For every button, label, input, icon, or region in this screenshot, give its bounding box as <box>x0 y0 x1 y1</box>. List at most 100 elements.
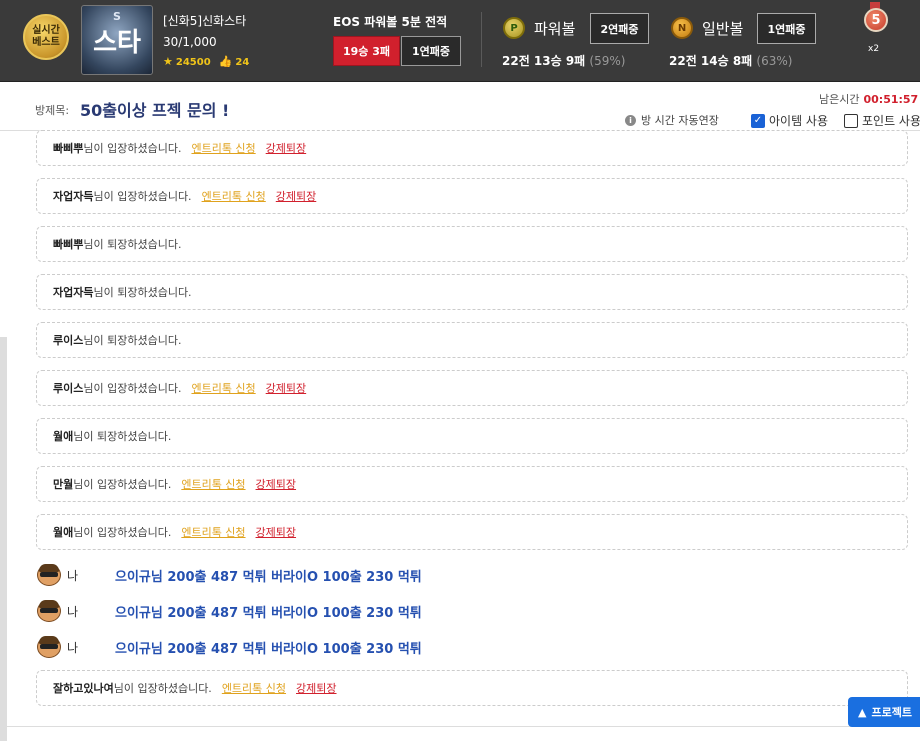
badge-line-2: 베스트 <box>32 37 60 48</box>
system-message: 월애 님이 입장하셨습니다. 엔트리톡 신청 강제퇴장 <box>36 514 908 550</box>
powerball-label: 파워볼 <box>534 20 576 38</box>
system-message: 빠삐뿌 님이 입장하셨습니다. 엔트리톡 신청 강제퇴장 <box>36 130 908 166</box>
user-face-icon[interactable] <box>36 635 62 659</box>
powerball-record: 22전 13승 9패 (59%) <box>502 52 625 69</box>
entry-talk-link[interactable]: 엔트리톡 신청 <box>191 380 255 396</box>
user-face-icon[interactable] <box>36 599 62 623</box>
powerball-streak: 2연패중 <box>590 13 649 44</box>
kick-link[interactable]: 강제퇴장 <box>266 140 306 156</box>
medal-number: 5 <box>864 8 888 32</box>
message-nickname[interactable]: 월애 <box>53 524 73 540</box>
realtime-best-badge[interactable]: 실시간 베스트 <box>23 14 69 60</box>
kick-link[interactable]: 강제퇴장 <box>256 476 296 492</box>
use-point-label: 포인트 사용 <box>862 114 920 128</box>
entry-talk-link[interactable]: 엔트리톡 신청 <box>222 680 286 696</box>
use-item-label: 아이템 사용 <box>769 114 829 128</box>
normalball-pct: (63%) <box>756 54 793 68</box>
face-hair <box>39 600 59 608</box>
remaining-time-value: 00:51:57 <box>863 93 919 106</box>
room-title-label: 방제목: <box>35 104 70 117</box>
host-name[interactable]: [신화5]신화스타 <box>163 12 246 29</box>
room-title: 50출이상 프젝 문의 ! <box>80 101 230 120</box>
medal-multiplier: x2 <box>868 44 880 54</box>
use-point-checkbox[interactable] <box>844 113 858 128</box>
eos-streak: 1연패중 <box>401 36 461 66</box>
message-sender: 나 <box>67 568 79 583</box>
message-text: 으이규님 200출 487 먹튀 버라이O 100출 230 먹튀 <box>115 569 422 585</box>
remaining-time-label: 남은시간 <box>819 93 860 106</box>
message-nickname[interactable]: 빠삐뿌 <box>53 140 83 156</box>
system-message: 월애 님이 퇴장하셨습니다. <box>36 418 908 454</box>
user-count: 30/1,000 <box>163 35 217 49</box>
message-action: 님이 퇴장하셨습니다. <box>93 286 192 299</box>
face-sunglasses <box>40 572 58 577</box>
message-nickname[interactable]: 빠삐뿌 <box>53 236 83 252</box>
chat-room-window: 실시간 베스트 S 스타 [신화5]신화스타 30/1,000 ★ 24500 👍… <box>0 0 920 741</box>
normalball-streak: 1연패중 <box>757 13 816 44</box>
project-float-label: 프로젝트 <box>871 706 912 719</box>
user-face-icon[interactable] <box>36 563 62 587</box>
kick-link[interactable]: 강제퇴장 <box>266 380 306 396</box>
message-nickname[interactable]: 루이스 <box>53 332 83 348</box>
message-text: 으이규님 200출 487 먹튀 버라이O 100출 230 먹튀 <box>115 605 422 621</box>
like-count: 24 <box>235 57 250 68</box>
message-action: 님이 입장하셨습니다. <box>83 382 182 395</box>
avatar-text: 스타 <box>93 27 141 58</box>
caret-up-icon: ▲ <box>858 705 867 719</box>
message-nickname[interactable]: 자업자득 <box>53 188 93 204</box>
chat-message: 나 으이규님 200출 487 먹튀 버라이O 100출 230 먹튀 <box>36 599 422 623</box>
message-nickname[interactable]: 잘하고있나여 <box>53 680 114 696</box>
chat-message: 나 으이규님 200출 487 먹튀 버라이O 100출 230 먹튀 <box>36 635 422 659</box>
header-divider <box>481 12 482 67</box>
message-action: 님이 입장하셨습니다. <box>113 682 212 695</box>
info-icon: i <box>625 114 636 126</box>
message-action: 님이 입장하셨습니다. <box>73 526 172 539</box>
auto-extend-option[interactable]: i 방 시간 자동연장 <box>625 112 719 128</box>
face-hair <box>39 564 59 572</box>
message-sender: 나 <box>67 604 79 619</box>
chat-bottom-border <box>0 726 920 727</box>
system-message: 루이스 님이 퇴장하셨습니다. <box>36 322 908 358</box>
use-item-option[interactable]: ✓ 아이템 사용 <box>751 112 828 129</box>
entry-talk-link[interactable]: 엔트리톡 신청 <box>181 476 245 492</box>
system-message: 자업자득 님이 퇴장하셨습니다. <box>36 274 908 310</box>
message-sender: 나 <box>67 640 79 655</box>
message-action: 님이 입장하셨습니다. <box>83 142 182 155</box>
kick-link[interactable]: 강제퇴장 <box>276 188 316 204</box>
normalball-label: 일반볼 <box>702 20 744 38</box>
kick-link[interactable]: 강제퇴장 <box>296 680 336 696</box>
entry-talk-link[interactable]: 엔트리톡 신청 <box>202 188 266 204</box>
message-action: 님이 입장하셨습니다. <box>73 478 172 491</box>
medal-icon[interactable]: 5 <box>862 2 888 36</box>
face-sunglasses <box>40 644 58 649</box>
system-message: 루이스 님이 입장하셨습니다. 엔트리톡 신청 강제퇴장 <box>36 370 908 406</box>
normalball-record: 22전 14승 8패 (63%) <box>669 52 792 69</box>
message-action: 님이 퇴장하셨습니다. <box>73 430 172 443</box>
message-action: 님이 퇴장하셨습니다. <box>83 238 182 251</box>
message-nickname[interactable]: 자업자득 <box>53 284 93 300</box>
left-scroll-edge <box>0 337 7 741</box>
message-nickname[interactable]: 월애 <box>53 428 73 444</box>
kick-link[interactable]: 강제퇴장 <box>256 524 296 540</box>
entry-talk-link[interactable]: 엔트리톡 신청 <box>191 140 255 156</box>
badge-line-1: 실시간 <box>32 25 60 36</box>
room-avatar[interactable]: S 스타 <box>81 5 153 75</box>
face-sunglasses <box>40 608 58 613</box>
use-item-checkbox[interactable]: ✓ <box>751 113 765 128</box>
remaining-time: 남은시간 00:51:57 <box>819 91 918 107</box>
project-float-button[interactable]: ▲ 프로젝트 <box>848 697 920 727</box>
face-hair <box>39 636 59 644</box>
message-nickname[interactable]: 루이스 <box>53 380 83 396</box>
system-message: 잘하고있나여 님이 입장하셨습니다. 엔트리톡 신청 강제퇴장 <box>36 670 908 706</box>
message-nickname[interactable]: 만월 <box>53 476 73 492</box>
powerball-icon: P <box>503 17 525 39</box>
use-point-option[interactable]: 포인트 사용 <box>844 112 920 129</box>
powerball-record-text: 22전 13승 9패 <box>502 54 586 68</box>
message-action: 님이 입장하셨습니다. <box>93 190 192 203</box>
entry-talk-link[interactable]: 엔트리톡 신청 <box>181 524 245 540</box>
star-icon: ★ <box>163 55 173 68</box>
system-message: 빠삐뿌 님이 퇴장하셨습니다. <box>36 226 908 262</box>
system-message: 만월 님이 입장하셨습니다. 엔트리톡 신청 강제퇴장 <box>36 466 908 502</box>
chat-message: 나 으이규님 200출 487 먹튀 버라이O 100출 230 먹튀 <box>36 563 422 587</box>
top-header: 실시간 베스트 S 스타 [신화5]신화스타 30/1,000 ★ 24500 👍… <box>0 0 920 82</box>
